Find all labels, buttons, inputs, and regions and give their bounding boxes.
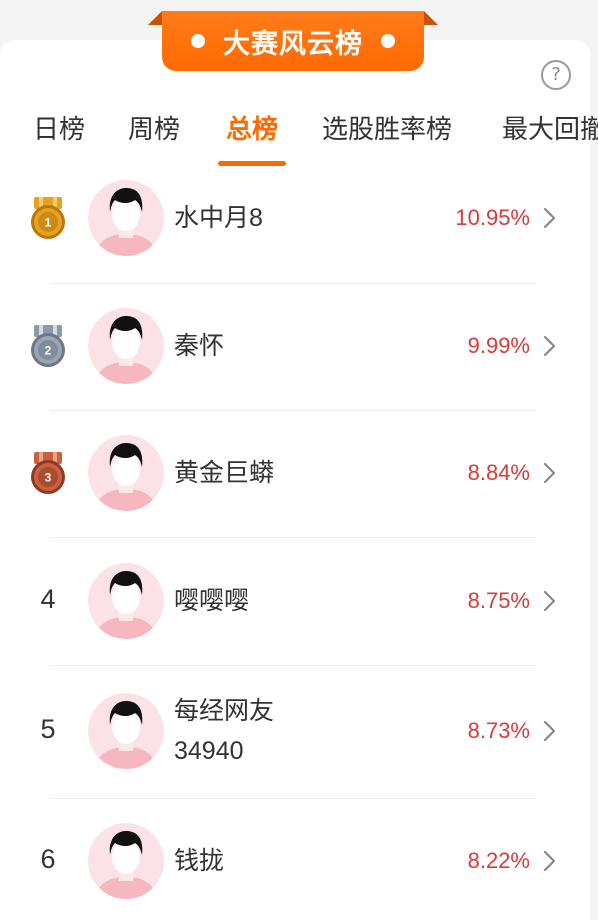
- svg-text:3: 3: [45, 471, 52, 485]
- tab-overall[interactable]: 总榜: [226, 108, 278, 168]
- banner-ribbon-right: [424, 11, 438, 25]
- svg-text:2: 2: [45, 344, 52, 358]
- avatar[interactable]: [88, 435, 164, 511]
- avatar[interactable]: [88, 180, 164, 256]
- row-divider: [50, 283, 536, 284]
- chevron-right-icon[interactable]: [541, 719, 559, 743]
- chevron-right-icon[interactable]: [541, 206, 559, 230]
- banner-ribbon-left: [148, 11, 162, 25]
- return-percentage: 10.95%: [455, 205, 530, 230]
- silver-medal-icon: 2: [29, 324, 67, 368]
- return-percentage: 8.84%: [467, 460, 530, 485]
- tab-stock-win-rate[interactable]: 选股胜率榜: [322, 108, 452, 168]
- user-name: 黄金巨蟒: [174, 459, 275, 487]
- active-tab-indicator: [218, 161, 286, 166]
- chevron-right-icon[interactable]: [541, 461, 559, 485]
- user-name: 秦怀: [174, 332, 225, 360]
- leaderboard-banner: 大赛风云榜: [148, 8, 438, 72]
- rank-number: 5: [40, 714, 56, 744]
- banner-title: 大赛风云榜: [223, 28, 363, 60]
- return-percentage: 8.75%: [467, 588, 530, 613]
- chevron-right-icon[interactable]: [541, 589, 559, 613]
- return-percentage: 8.73%: [467, 718, 530, 743]
- gold-medal-icon: 1: [29, 196, 67, 240]
- row-divider: [50, 537, 536, 538]
- tab-weekly[interactable]: 周榜: [128, 108, 180, 168]
- avatar[interactable]: [88, 693, 164, 769]
- rank-number: 4: [40, 584, 56, 614]
- chevron-right-icon[interactable]: [541, 849, 559, 873]
- user-name-line1: 每经网友: [174, 697, 275, 725]
- avatar[interactable]: [88, 563, 164, 639]
- user-name-line2: 34940: [174, 737, 244, 765]
- rank-number: 6: [40, 844, 56, 874]
- question-circle-icon[interactable]: ?: [541, 60, 571, 90]
- row-divider: [50, 665, 536, 666]
- bronze-medal-icon: 3: [29, 451, 67, 495]
- user-name: 水中月8: [174, 204, 263, 232]
- user-name: 钱拢: [174, 847, 225, 875]
- avatar[interactable]: [88, 823, 164, 899]
- user-name: 每经网友 34940: [174, 691, 274, 771]
- banner-dot-left: [191, 34, 205, 48]
- row-divider: [50, 410, 536, 411]
- chevron-right-icon[interactable]: [541, 334, 559, 358]
- return-percentage: 9.99%: [467, 333, 530, 358]
- banner-dot-right: [381, 34, 395, 48]
- avatar[interactable]: [88, 308, 164, 384]
- leaderboard-tabs: 日榜 周榜 总榜 选股胜率榜 最大回撤: [0, 108, 598, 168]
- tab-max-drawdown[interactable]: 最大回撤: [502, 108, 598, 168]
- row-divider: [50, 798, 536, 799]
- user-name: 嘤嘤嘤: [174, 587, 250, 615]
- return-percentage: 8.22%: [467, 848, 530, 873]
- tab-daily[interactable]: 日榜: [33, 108, 85, 168]
- banner-body: 大赛风云榜: [162, 11, 424, 71]
- svg-text:1: 1: [45, 216, 52, 230]
